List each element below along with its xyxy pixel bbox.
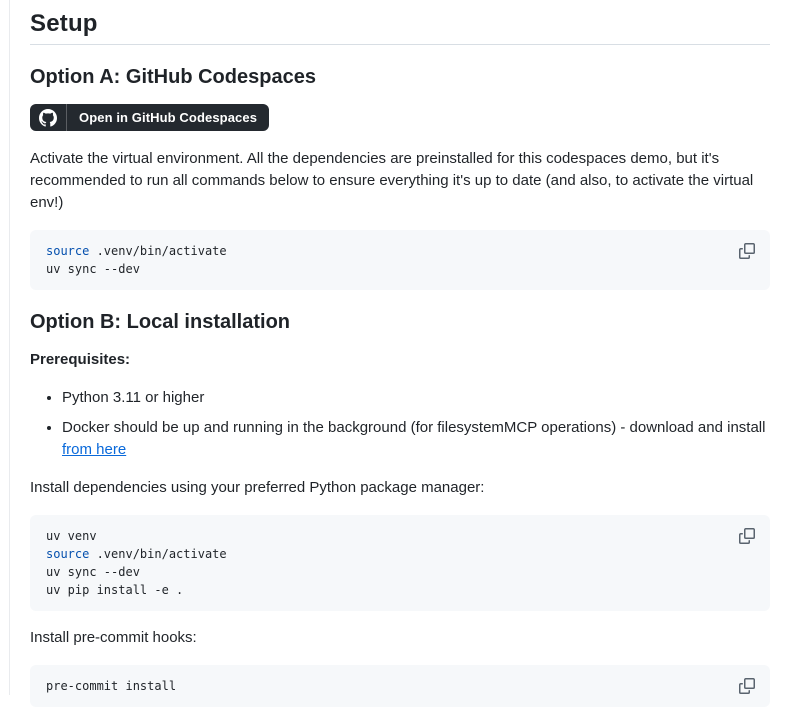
option-b-heading: Option B: Local installation: [30, 310, 770, 335]
code-token: .venv/bin/activate: [89, 547, 226, 561]
setup-heading: Setup: [30, 10, 770, 45]
precommit-paragraph: Install pre-commit hooks:: [30, 627, 770, 649]
code-token: uv sync --dev: [46, 262, 140, 276]
code-token: source: [46, 244, 89, 258]
copy-button[interactable]: [736, 675, 758, 697]
code-block-install-deps: uv venv source .venv/bin/activate uv syn…: [30, 515, 770, 611]
list-item-python: Python 3.11 or higher: [62, 387, 770, 409]
copy-icon: [739, 678, 755, 694]
code-token: uv venv: [46, 529, 97, 543]
copy-icon: [739, 243, 755, 259]
code-block-activate: source .venv/bin/activate uv sync --dev: [30, 230, 770, 290]
option-a-intro-paragraph: Activate the virtual environment. All th…: [30, 148, 770, 214]
code-token: uv sync --dev: [46, 565, 140, 579]
option-a-heading: Option A: GitHub Codespaces: [30, 65, 770, 90]
copy-icon: [739, 528, 755, 544]
github-mark-icon: [30, 104, 67, 131]
copy-button[interactable]: [736, 240, 758, 262]
code-token: pre-commit install: [46, 679, 176, 693]
page-left-border: [9, 0, 10, 695]
badge-row: Open in GitHub Codespaces: [30, 104, 770, 132]
code-content[interactable]: pre-commit install: [46, 677, 720, 695]
code-token: source: [46, 547, 89, 561]
readme-setup-section: Setup Option A: GitHub Codespaces Open i…: [30, 10, 770, 723]
code-token: uv pip install -e .: [46, 583, 183, 597]
code-content[interactable]: source .venv/bin/activate uv sync --dev: [46, 242, 720, 278]
from-here-link[interactable]: from here: [62, 441, 126, 458]
open-in-codespaces-badge[interactable]: Open in GitHub Codespaces: [30, 104, 269, 131]
prerequisites-label: Prerequisites:: [30, 349, 770, 371]
prerequisites-list: Python 3.11 or higher Docker should be u…: [30, 387, 770, 461]
code-content[interactable]: uv venv source .venv/bin/activate uv syn…: [46, 527, 720, 599]
install-deps-paragraph: Install dependencies using your preferre…: [30, 477, 770, 499]
copy-button[interactable]: [736, 525, 758, 547]
list-item-text: Python 3.11 or higher: [62, 389, 204, 406]
badge-label: Open in GitHub Codespaces: [67, 104, 269, 131]
code-block-precommit: pre-commit install: [30, 665, 770, 707]
list-item-text: Docker should be up and running in the b…: [62, 419, 765, 436]
code-token: .venv/bin/activate: [89, 244, 226, 258]
list-item-docker: Docker should be up and running in the b…: [62, 417, 770, 461]
